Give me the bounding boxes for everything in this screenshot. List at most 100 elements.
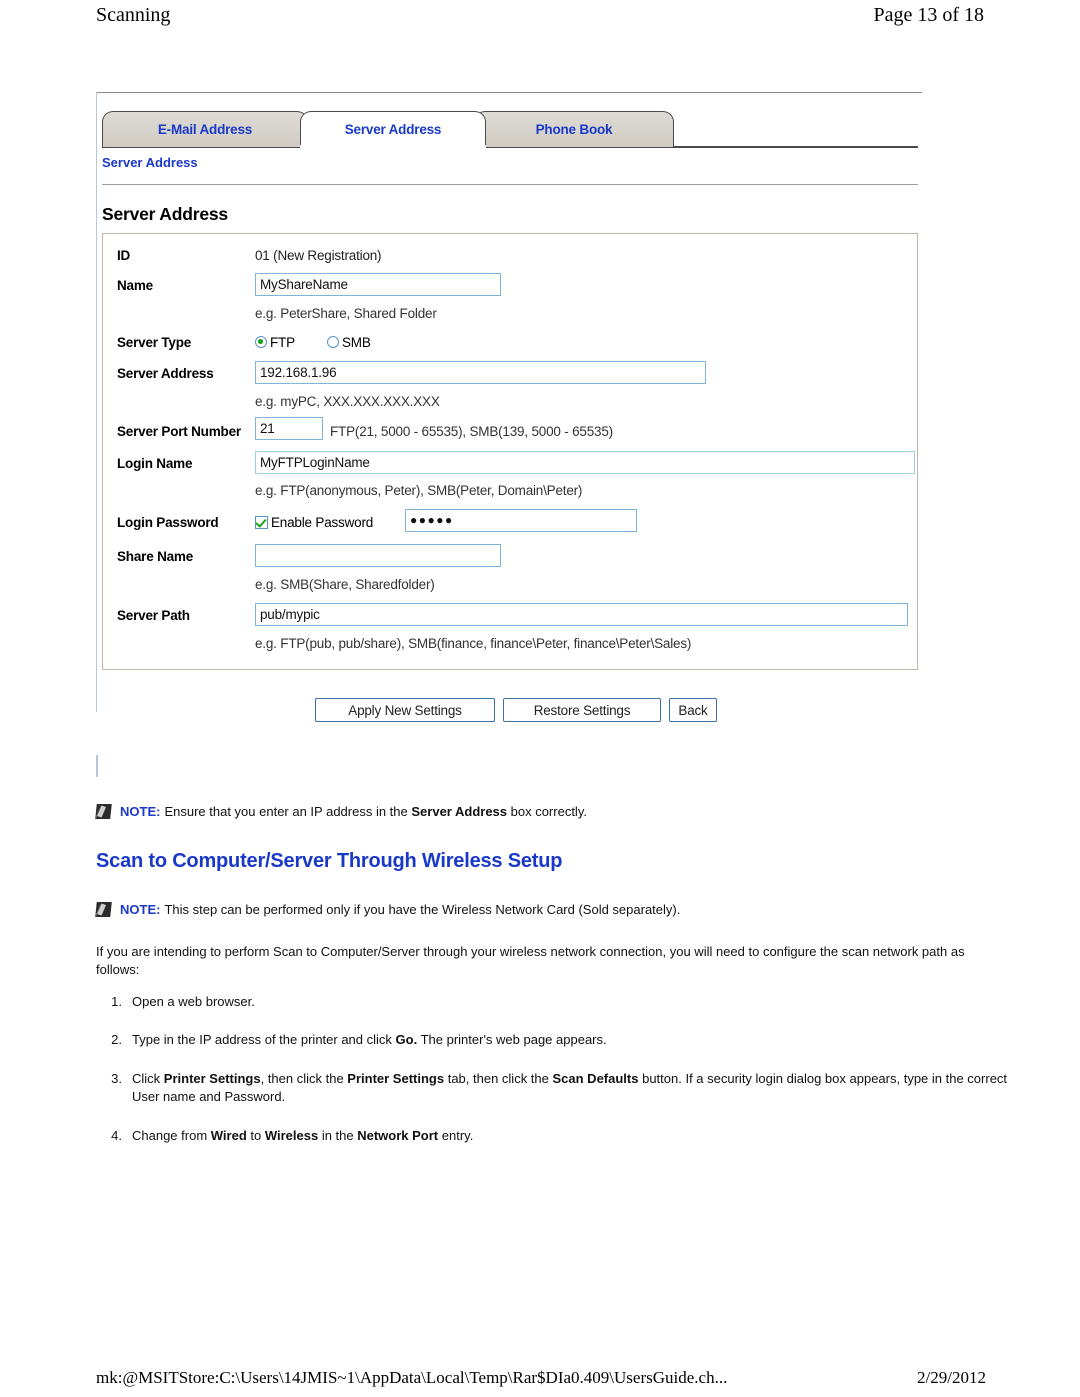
server-path-input[interactable]: pub/mypic	[255, 603, 908, 626]
page-header-title: Scanning	[96, 4, 171, 26]
note-label-2: NOTE:	[120, 902, 161, 917]
step-3-bold-2: Printer Settings	[347, 1070, 445, 1086]
note-pencil-icon	[95, 804, 112, 819]
steps-list: Open a web browser. Type in the IP addre…	[96, 993, 1022, 1165]
form-row-id: ID 01 (New Registration)	[103, 242, 919, 268]
screenshot-bottom-stub	[96, 755, 98, 777]
step-1-text: Open a web browser.	[132, 994, 255, 1009]
step-4-bold-1: Wired	[210, 1127, 247, 1143]
form-row-login-password: Login Password Enable Password ●●●●●	[103, 509, 919, 535]
list-item-step-2: Type in the IP address of the printer an…	[102, 1031, 1022, 1050]
step-3-text-1: Click	[132, 1070, 164, 1086]
enable-password-label: Enable Password	[271, 514, 374, 530]
tab-phone-book-label: Phone Book	[535, 122, 613, 137]
server-address-label: Server Address	[117, 365, 214, 381]
footer-source-path: mk:@MSITStore:C:\Users\14JMIS~1\AppData\…	[96, 1368, 728, 1387]
step-3-text-3: tab, then click the	[444, 1070, 553, 1086]
login-name-hint: e.g. FTP(anonymous, Peter), SMB(Peter, D…	[255, 483, 583, 498]
step-3-bold-1: Printer Settings	[163, 1070, 261, 1086]
server-type-label: Server Type	[117, 334, 192, 350]
server-port-hint: FTP(21, 5000 - 65535), SMB(139, 5000 - 6…	[330, 423, 613, 439]
id-label: ID	[117, 247, 131, 263]
note-label: NOTE:	[120, 804, 161, 819]
list-item-step-4: Change from Wired to Wireless in the Net…	[102, 1127, 1022, 1146]
step-2-bold-1: Go.	[395, 1032, 418, 1048]
page-header: Scanning Page 13 of 18	[96, 4, 984, 34]
server-address-form-panel: ID 01 (New Registration) Name MyShareNam…	[102, 233, 918, 670]
share-name-input[interactable]	[255, 544, 501, 567]
server-port-input[interactable]: 21	[255, 417, 323, 440]
step-4-text-3: in the	[318, 1127, 358, 1143]
back-button[interactable]: Back	[669, 698, 717, 722]
page-number: Page 13 of 18	[873, 4, 984, 26]
form-row-share-name: Share Name	[103, 543, 919, 569]
step-2-text-1: Type in the IP address of the printer an…	[132, 1032, 396, 1048]
checkmark-icon	[255, 515, 268, 529]
apply-new-settings-button[interactable]: Apply New Settings	[315, 698, 495, 722]
tab-bar: E-Mail Address Phone Book Server Address	[102, 111, 918, 148]
section-heading: Scan to Computer/Server Through Wireless…	[96, 850, 563, 872]
note1-bold: Server Address	[411, 804, 508, 819]
server-path-label: Server Path	[117, 607, 190, 623]
step-4-text-2: to	[246, 1127, 265, 1143]
page-footer: mk:@MSITStore:C:\Users\14JMIS~1\AppData\…	[96, 1368, 986, 1388]
screenshot-left-border	[96, 92, 97, 712]
name-label: Name	[117, 277, 153, 293]
footer-date: 2/29/2012	[917, 1368, 986, 1387]
content-divider	[102, 184, 918, 185]
share-name-label: Share Name	[117, 548, 194, 564]
step-4-text-1: Change from	[132, 1127, 211, 1143]
tab-email-address[interactable]: E-Mail Address	[102, 111, 308, 147]
embedded-printer-web-ui-screenshot: E-Mail Address Phone Book Server Address…	[96, 92, 922, 782]
login-password-label: Login Password	[117, 514, 219, 530]
form-row-server-address: Server Address 192.168.1.96	[103, 360, 919, 386]
list-item-step-3: Click Printer Settings, then click the P…	[102, 1070, 1022, 1107]
form-action-buttons: Apply New Settings Restore Settings Back	[96, 698, 922, 724]
server-port-label: Server Port Number	[117, 423, 241, 439]
note-pencil-icon-2	[95, 902, 112, 917]
form-row-name: Name MyShareName	[103, 272, 919, 298]
tab-server-address[interactable]: Server Address	[300, 111, 486, 147]
step-2-text-2: The printer's web page appears.	[417, 1032, 607, 1048]
note1-text-before: Ensure that you enter an IP address in t…	[164, 804, 412, 819]
server-path-hint: e.g. FTP(pub, pub/share), SMB(finance, f…	[255, 636, 692, 651]
name-hint: e.g. PeterShare, Shared Folder	[255, 306, 437, 321]
active-tab-mask	[300, 145, 486, 148]
login-name-input[interactable]: MyFTPLoginName	[255, 451, 915, 474]
enable-password-checkbox[interactable]: Enable Password	[255, 515, 373, 530]
password-input[interactable]: ●●●●●	[405, 509, 637, 532]
id-value: 01 (New Registration)	[255, 247, 382, 263]
tab-phone-book[interactable]: Phone Book	[474, 111, 674, 147]
tab-email-address-label: E-Mail Address	[157, 122, 253, 137]
form-row-server-path: Server Path pub/mypic	[103, 602, 919, 628]
radio-smb-icon	[327, 336, 339, 348]
step-4-bold-3: Network Port	[357, 1127, 439, 1143]
name-input[interactable]: MyShareName	[255, 273, 501, 296]
page-title: Server Address	[102, 204, 228, 224]
breadcrumb[interactable]: Server Address	[102, 155, 198, 170]
form-row-server-port: Server Port Number 21 FTP(21, 5000 - 655…	[103, 417, 919, 444]
restore-settings-button[interactable]: Restore Settings	[503, 698, 661, 722]
login-name-label: Login Name	[117, 455, 193, 471]
screenshot-top-divider	[96, 92, 922, 93]
tab-server-address-label: Server Address	[344, 121, 442, 137]
note1-text-after: box correctly.	[507, 804, 587, 819]
note-wireless-card: NOTE: This step can be performed only if …	[95, 901, 996, 919]
step-4-bold-2: Wireless	[264, 1127, 319, 1143]
intro-paragraph: If you are intending to perform Scan to …	[96, 944, 965, 978]
radio-ftp-icon	[255, 336, 267, 348]
radio-ftp[interactable]: FTP	[255, 335, 295, 350]
radio-smb-label: SMB	[342, 334, 371, 350]
radio-ftp-label: FTP	[270, 334, 295, 350]
step-3-bold-3: Scan Defaults	[552, 1070, 639, 1086]
share-name-hint: e.g. SMB(Share, Sharedfolder)	[255, 577, 435, 592]
server-address-hint: e.g. myPC, XXX.XXX.XXX.XXX	[255, 394, 440, 409]
form-row-login-name: Login Name MyFTPLoginName	[103, 450, 919, 476]
step-3-text-2: , then click the	[260, 1070, 348, 1086]
radio-smb[interactable]: SMB	[327, 335, 371, 350]
list-item-step-1: Open a web browser.	[102, 993, 1022, 1012]
server-address-input[interactable]: 192.168.1.96	[255, 361, 706, 384]
note-server-address: NOTE: Ensure that you enter an IP address…	[95, 803, 996, 821]
note2-text: This step can be performed only if you h…	[164, 902, 681, 917]
step-4-text-4: entry.	[438, 1127, 474, 1143]
